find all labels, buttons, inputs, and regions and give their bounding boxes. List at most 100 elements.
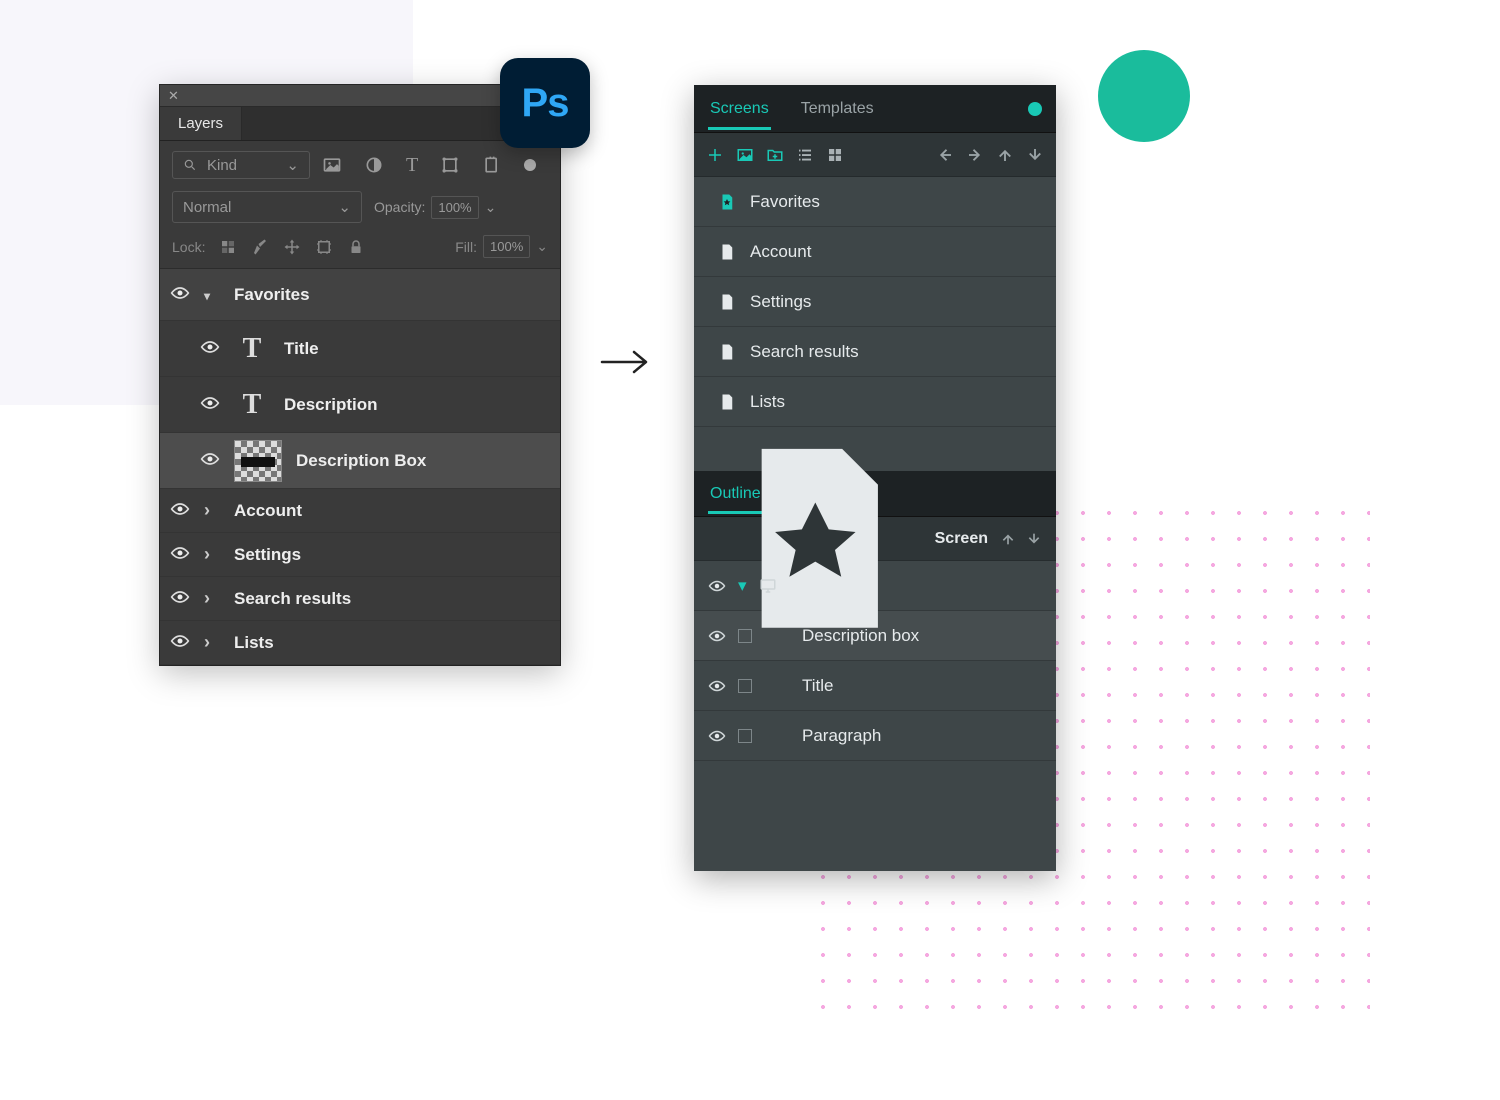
layer-group-account[interactable]: Account (160, 489, 560, 533)
blend-mode-select[interactable]: Normal ⌄ (172, 191, 362, 223)
arrow-down-icon[interactable] (1026, 531, 1042, 547)
arrow-up-icon[interactable] (1000, 531, 1016, 547)
lock-transparency-icon[interactable] (219, 238, 237, 256)
visibility-icon[interactable] (170, 545, 190, 565)
lock-all-icon[interactable] (347, 238, 365, 256)
adjustment-filter-icon[interactable] (364, 155, 384, 175)
visibility-icon[interactable] (708, 677, 726, 695)
chevron-right-icon[interactable] (204, 500, 220, 521)
favorite-page-icon (708, 431, 923, 646)
tab-templates[interactable]: Templates (799, 88, 876, 130)
type-layer-icon: T (234, 387, 270, 423)
chevron-down-icon[interactable]: ⌄ (485, 199, 497, 216)
chevron-right-icon[interactable] (204, 544, 220, 565)
layer-name: Lists (234, 633, 274, 653)
lock-move-icon[interactable] (283, 238, 301, 256)
layer-name: Favorites (234, 285, 310, 305)
layer-name: Settings (234, 545, 301, 565)
chevron-down-icon: ⌄ (286, 156, 299, 174)
visibility-icon[interactable] (708, 627, 726, 645)
smart-filter-icon[interactable] (482, 155, 502, 175)
chevron-down-icon: ⌄ (338, 198, 351, 216)
opacity-input[interactable]: 100% (431, 196, 478, 219)
favorite-page-icon (718, 192, 736, 212)
visibility-icon[interactable] (708, 577, 726, 595)
rect-icon (738, 729, 752, 743)
teal-circle (1098, 50, 1190, 142)
chevron-down-icon[interactable]: ▾ (738, 576, 747, 596)
outline-item-title[interactable]: Title (694, 661, 1056, 711)
arrow-right-icon[interactable] (966, 146, 984, 164)
page-icon (718, 242, 736, 262)
layer-controls: Kind ⌄ T Normal ⌄ Opacity: 100% ⌄ (160, 141, 560, 269)
visibility-icon[interactable] (170, 501, 190, 521)
kind-filter-select[interactable]: Kind ⌄ (172, 151, 310, 179)
lock-artboard-icon[interactable] (315, 238, 333, 256)
type-filter-icon[interactable]: T (406, 154, 418, 177)
screen-name: Lists (750, 392, 785, 412)
fill-input[interactable]: 100% (483, 235, 530, 258)
layer-group-search-results[interactable]: Search results (160, 577, 560, 621)
layer-name: Description Box (296, 451, 426, 471)
image-filter-icon[interactable] (322, 155, 342, 175)
add-folder-icon[interactable] (766, 146, 784, 164)
status-dot (1028, 102, 1042, 116)
visibility-icon[interactable] (170, 285, 190, 305)
screen-name: Favorites (750, 192, 820, 212)
rect-icon (738, 679, 752, 693)
blend-mode-value: Normal (183, 199, 231, 216)
layer-description[interactable]: T Description (160, 377, 560, 433)
tab-screens[interactable]: Screens (708, 88, 771, 130)
page-icon (718, 392, 736, 412)
screen-label: Screen (935, 530, 988, 548)
screen-item-settings[interactable]: Settings (694, 277, 1056, 327)
spacer (694, 761, 1056, 871)
chevron-right-icon[interactable] (204, 588, 220, 609)
lock-brush-icon[interactable] (251, 238, 269, 256)
visibility-icon[interactable] (170, 633, 190, 653)
app-panel: Screens Templates Favorites Account Sett… (694, 85, 1056, 871)
monitor-icon (759, 577, 777, 595)
shape-filter-icon[interactable] (440, 155, 460, 175)
layer-group-lists[interactable]: Lists (160, 621, 560, 665)
arrow-left-icon[interactable] (936, 146, 954, 164)
tab-layers[interactable]: Layers (160, 107, 242, 140)
search-icon (183, 158, 197, 172)
screen-item-favorites[interactable]: Favorites (694, 177, 1056, 227)
list-view-icon[interactable] (796, 146, 814, 164)
lock-label: Lock: (172, 239, 205, 255)
outline-name: Title (802, 676, 834, 696)
screen-name: Account (750, 242, 811, 262)
screens-list: Favorites Account Settings Search result… (694, 177, 1056, 427)
screen-item-search-results[interactable]: Search results (694, 327, 1056, 377)
shape-layer-thumb (234, 440, 282, 482)
layer-description-box[interactable]: Description Box (160, 433, 560, 489)
add-icon[interactable] (706, 146, 724, 164)
image-icon[interactable] (736, 146, 754, 164)
chevron-down-icon[interactable] (204, 287, 220, 303)
grid-view-icon[interactable] (826, 146, 844, 164)
fill-label: Fill: (455, 239, 477, 255)
visibility-icon[interactable] (708, 727, 726, 745)
layer-group-settings[interactable]: Settings (160, 533, 560, 577)
outline-item-paragraph[interactable]: Paragraph (694, 711, 1056, 761)
type-layer-icon: T (234, 331, 270, 367)
screen-item-account[interactable]: Account (694, 227, 1056, 277)
screen-item-lists[interactable]: Lists (694, 377, 1056, 427)
close-icon[interactable]: ✕ (168, 88, 179, 104)
arrow-up-icon[interactable] (996, 146, 1014, 164)
chevron-right-icon[interactable] (204, 632, 220, 653)
outline-screen-row[interactable]: Screen (694, 517, 1056, 561)
layer-title[interactable]: T Title (160, 321, 560, 377)
filter-toggle-icon[interactable] (524, 159, 536, 171)
visibility-icon[interactable] (170, 589, 190, 609)
visibility-icon[interactable] (200, 339, 220, 359)
rect-icon (738, 629, 752, 643)
outline-name: Favorites (789, 576, 859, 596)
chevron-down-icon[interactable]: ⌄ (536, 238, 548, 255)
visibility-icon[interactable] (200, 395, 220, 415)
visibility-icon[interactable] (200, 451, 220, 471)
screen-name: Settings (750, 292, 811, 312)
arrow-down-icon[interactable] (1026, 146, 1044, 164)
layer-group-favorites[interactable]: Favorites (160, 269, 560, 321)
